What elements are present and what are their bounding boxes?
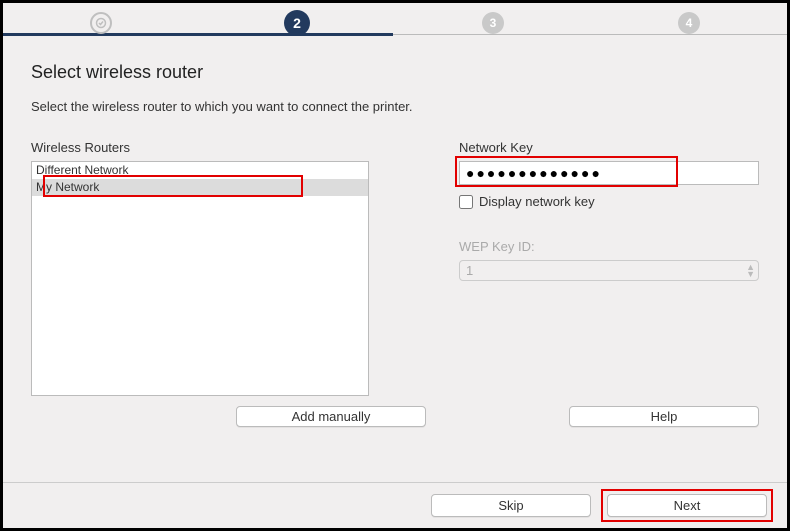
display-key-row[interactable]: Display network key bbox=[459, 194, 759, 209]
next-button[interactable]: Next bbox=[607, 494, 767, 517]
network-key-label: Network Key bbox=[459, 140, 759, 155]
columns: Wireless Routers Different Network My Ne… bbox=[31, 140, 759, 396]
stepper: 2 3 4 bbox=[3, 3, 787, 42]
step-4: 4 bbox=[591, 12, 787, 40]
network-key-input[interactable] bbox=[459, 161, 759, 185]
routers-column: Wireless Routers Different Network My Ne… bbox=[31, 140, 369, 396]
router-list[interactable]: Different Network My Network bbox=[31, 161, 369, 396]
check-icon bbox=[90, 12, 112, 34]
step-2: 2 bbox=[199, 10, 395, 42]
router-item[interactable]: Different Network bbox=[32, 162, 368, 179]
step-3-badge: 3 bbox=[482, 12, 504, 34]
add-manually-button[interactable]: Add manually bbox=[236, 406, 426, 427]
step-1 bbox=[3, 12, 199, 40]
mid-button-row: Add manually Help bbox=[31, 406, 759, 427]
skip-button[interactable]: Skip bbox=[431, 494, 591, 517]
display-key-checkbox[interactable] bbox=[459, 195, 473, 209]
step-3: 3 bbox=[395, 12, 591, 40]
router-item[interactable]: My Network bbox=[32, 179, 368, 196]
display-key-label: Display network key bbox=[479, 194, 595, 209]
help-button[interactable]: Help bbox=[569, 406, 759, 427]
wep-id-label: WEP Key ID: bbox=[459, 239, 759, 254]
content-area: Select wireless router Select the wirele… bbox=[3, 42, 787, 482]
wizard-window: 2 3 4 Select wireless router Select the … bbox=[0, 0, 790, 531]
step-2-badge: 2 bbox=[284, 10, 310, 36]
key-column: Network Key Display network key WEP Key … bbox=[459, 140, 759, 396]
page-title: Select wireless router bbox=[31, 62, 759, 83]
step-4-badge: 4 bbox=[678, 12, 700, 34]
footer: Skip Next bbox=[3, 482, 787, 528]
wep-section: WEP Key ID: 1 ▲▼ bbox=[459, 239, 759, 281]
routers-label: Wireless Routers bbox=[31, 140, 369, 155]
instruction-text: Select the wireless router to which you … bbox=[31, 99, 759, 114]
wep-id-select[interactable]: 1 bbox=[459, 260, 759, 281]
